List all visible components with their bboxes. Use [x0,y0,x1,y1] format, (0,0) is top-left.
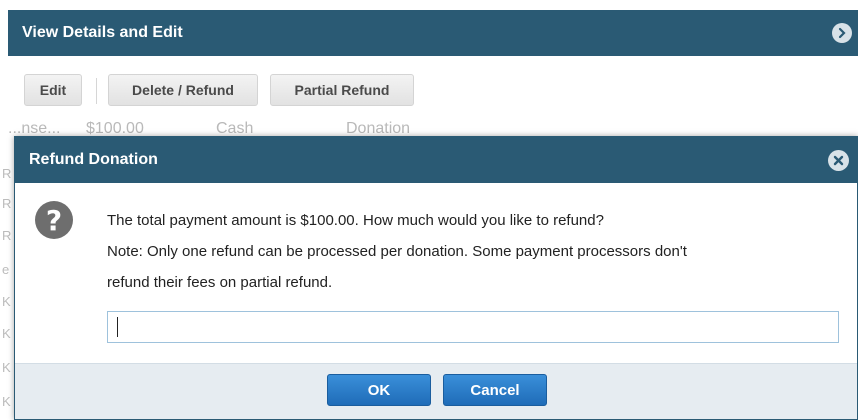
refund-donation-dialog: Refund Donation ? The total payment amou… [14,136,858,420]
background-row-marker: K [2,394,11,409]
partial-refund-button[interactable]: Partial Refund [270,74,414,106]
dialog-footer: OK Cancel [15,363,857,419]
question-icon: ? [35,201,73,239]
close-icon[interactable] [828,150,849,171]
background-row-marker: K [2,294,11,309]
refund-amount-input[interactable] [107,311,839,343]
text-cursor [117,317,118,337]
background-row-marker: R [2,228,12,243]
message-line: Note: Only one refund can be processed p… [107,243,687,260]
dialog-title: Refund Donation [29,151,158,168]
toolbar-divider [96,78,97,104]
ok-button[interactable]: OK [327,374,431,406]
panel-header: View Details and Edit [8,10,858,56]
background-row-marker: R [2,166,12,181]
dialog-message: The total payment amount is $100.00. How… [107,205,847,298]
edit-button[interactable]: Edit [24,74,82,106]
cancel-button[interactable]: Cancel [443,374,547,406]
background-row-marker: e [2,262,10,277]
chevron-right-circle-icon[interactable] [832,23,852,43]
delete-refund-button[interactable]: Delete / Refund [108,74,258,106]
panel-title: View Details and Edit [22,24,183,41]
background-row-marker: K [2,326,11,341]
message-line: The total payment amount is $100.00. How… [107,212,604,229]
background-row-marker: R [2,196,12,211]
dialog-titlebar: Refund Donation [15,137,857,183]
message-line: refund their fees on partial refund. [107,274,333,291]
background-row-marker: K [2,360,11,375]
